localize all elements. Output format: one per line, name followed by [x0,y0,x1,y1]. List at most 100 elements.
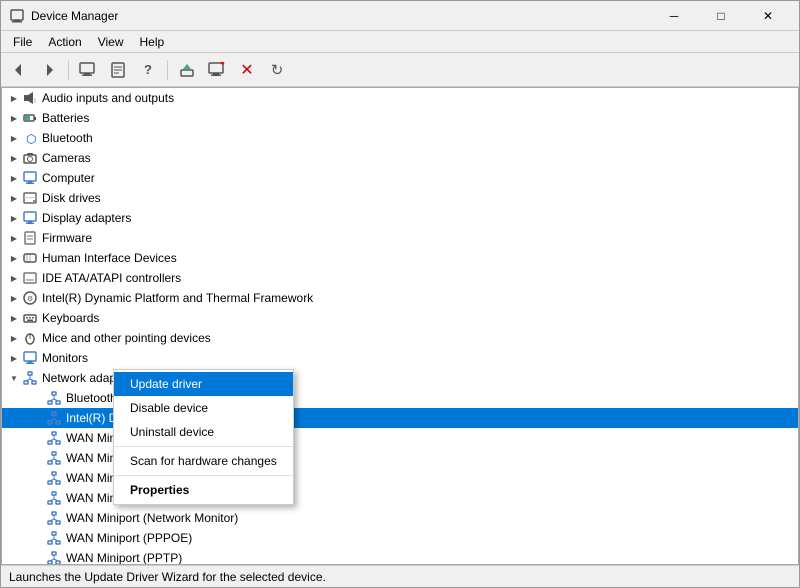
tree-icon-audio: ) [22,90,38,106]
tree-label-diskdrives: Disk drives [42,191,101,205]
tree-expand-firmware[interactable]: ▶ [6,230,22,246]
tree-expand-keyboards[interactable]: ▶ [6,310,22,326]
context-menu-item-uninstall-device[interactable]: Uninstall device [114,420,293,444]
properties-button[interactable] [104,57,132,83]
tree-expand-wan1[interactable] [30,430,46,446]
tree-expand-computer[interactable]: ▶ [6,170,22,186]
tree-label-audio: Audio inputs and outputs [42,91,174,105]
tree-icon-bluetooth: ⬡ [22,130,38,146]
tree-item-hid[interactable]: ▶ Human Interface Devices [2,248,798,268]
context-menu-item-disable-device[interactable]: Disable device [114,396,293,420]
tree-icon-computer [22,170,38,186]
svg-text:⬡: ⬡ [26,132,36,145]
tree-icon-firmware [22,230,38,246]
tree-item-keyboards[interactable]: ▶Keyboards [2,308,798,328]
tree-item-wan6[interactable]: WAN Miniport (PPPOE) [2,528,798,548]
tree-expand-audio[interactable]: ▶ [6,90,22,106]
window-controls: ─ □ ✕ [651,1,791,31]
tree-label-batteries: Batteries [42,111,89,125]
tree-item-mice[interactable]: ▶ Mice and other pointing devices [2,328,798,348]
tree-icon-wan4 [46,490,62,506]
toolbar: ? ✕ ↻ [1,53,799,87]
tree-item-wan7[interactable]: WAN Miniport (PPTP) [2,548,798,565]
scan-button[interactable]: ↻ [263,57,291,83]
tree-expand-batteries[interactable]: ▶ [6,110,22,126]
tree-icon-diskdrives [22,190,38,206]
tree-icon-ide [22,270,38,286]
tree-label-monitors: Monitors [42,351,88,365]
tree-item-ide[interactable]: ▶ IDE ATA/ATAPI controllers [2,268,798,288]
tree-expand-bluetooth[interactable]: ▶ [6,130,22,146]
window-title: Device Manager [31,9,651,23]
tree-icon-netbluetooth [46,390,62,406]
tree-expand-wan2[interactable] [30,450,46,466]
computer-button[interactable] [74,57,102,83]
tree-expand-netintel[interactable] [30,410,46,426]
tree-icon-wan5 [46,510,62,526]
tree-expand-mice[interactable]: ▶ [6,330,22,346]
context-menu-separator [114,446,293,447]
tree-item-monitors[interactable]: ▶ Monitors [2,348,798,368]
status-text: Launches the Update Driver Wizard for th… [9,570,326,584]
tree-expand-wan5[interactable] [30,510,46,526]
tree-item-batteries[interactable]: ▶ Batteries [2,108,798,128]
tree-item-diskdrives[interactable]: ▶ Disk drives [2,188,798,208]
tree-expand-intel[interactable]: ▶ [6,290,22,306]
menu-file[interactable]: File [5,33,40,51]
tree-item-firmware[interactable]: ▶Firmware [2,228,798,248]
tree-label-wan7: WAN Miniport (PPTP) [66,551,182,565]
tree-expand-diskdrives[interactable]: ▶ [6,190,22,206]
tree-label-mice: Mice and other pointing devices [42,331,211,345]
tree-item-displayadapters[interactable]: ▶ Display adapters [2,208,798,228]
menu-help[interactable]: Help [132,33,173,51]
tree-icon-netintel [46,410,62,426]
context-menu-item-properties[interactable]: Properties [114,478,293,502]
tree-item-audio[interactable]: ▶) Audio inputs and outputs [2,88,798,108]
close-button[interactable]: ✕ [745,1,791,31]
tree-item-wan5[interactable]: WAN Miniport (Network Monitor) [2,508,798,528]
update-driver-button[interactable] [173,57,201,83]
tree-icon-wan2 [46,450,62,466]
tree-label-intel: Intel(R) Dynamic Platform and Thermal Fr… [42,291,313,305]
tree-icon-cameras [22,150,38,166]
context-menu-item-update-driver[interactable]: Update driver [114,372,293,396]
tree-expand-displayadapters[interactable]: ▶ [6,210,22,226]
tree-label-hid: Human Interface Devices [42,251,177,265]
menu-bar: File Action View Help [1,31,799,53]
tree-expand-wan6[interactable] [30,530,46,546]
tree-expand-network[interactable]: ▼ [6,370,22,386]
forward-button[interactable] [35,57,63,83]
tree-item-cameras[interactable]: ▶Cameras [2,148,798,168]
tree-expand-monitors[interactable]: ▶ [6,350,22,366]
status-bar: Launches the Update Driver Wizard for th… [1,565,799,587]
tree-expand-wan4[interactable] [30,490,46,506]
tree-expand-ide[interactable]: ▶ [6,270,22,286]
tree-expand-netbluetooth[interactable] [30,390,46,406]
menu-action[interactable]: Action [40,33,89,51]
tree-label-computer: Computer [42,171,95,185]
title-bar: Device Manager ─ □ ✕ [1,1,799,31]
tree-item-bluetooth[interactable]: ▶⬡Bluetooth [2,128,798,148]
help-button[interactable]: ? [134,57,162,83]
tree-icon-monitors [22,350,38,366]
context-menu-separator [114,475,293,476]
tree-expand-wan7[interactable] [30,550,46,565]
tree-icon-wan7 [46,550,62,565]
context-menu-item-scan-for-hardware-changes[interactable]: Scan for hardware changes [114,449,293,473]
back-button[interactable] [5,57,33,83]
tree-item-computer[interactable]: ▶ Computer [2,168,798,188]
tree-expand-cameras[interactable]: ▶ [6,150,22,166]
tree-icon-intel: ⚙ [22,290,38,306]
tree-label-ide: IDE ATA/ATAPI controllers [42,271,181,285]
uninstall-button[interactable]: ✕ [233,57,261,83]
tree-expand-hid[interactable]: ▶ [6,250,22,266]
tree-label-wan5: WAN Miniport (Network Monitor) [66,511,238,525]
tree-icon-wan3 [46,470,62,486]
tree-label-displayadapters: Display adapters [42,211,131,225]
maximize-button[interactable]: □ [698,1,744,31]
menu-view[interactable]: View [90,33,132,51]
tree-item-intel[interactable]: ▶⚙ Intel(R) Dynamic Platform and Thermal … [2,288,798,308]
tree-expand-wan3[interactable] [30,470,46,486]
monitor-button[interactable] [203,57,231,83]
minimize-button[interactable]: ─ [651,1,697,31]
